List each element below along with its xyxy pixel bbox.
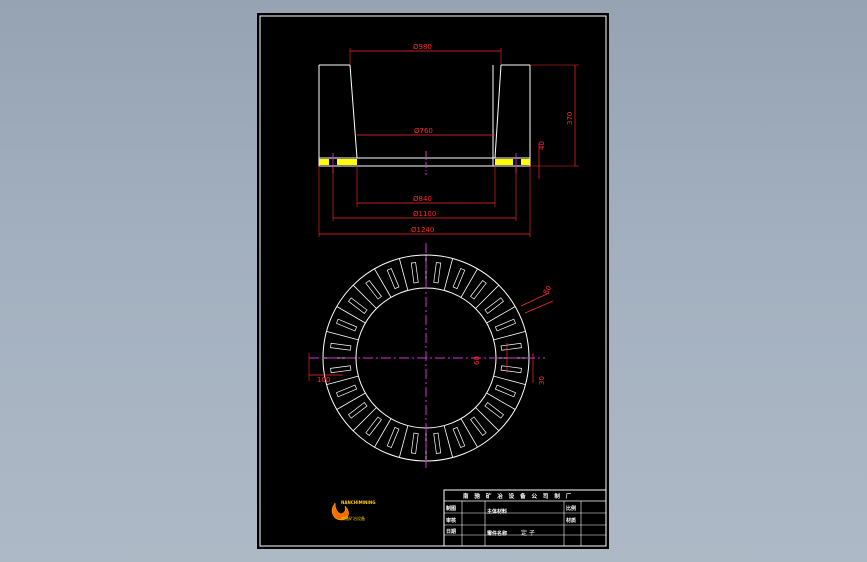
segment-slot	[433, 432, 442, 454]
segment-divider	[398, 258, 409, 291]
dim-height: 370	[566, 112, 574, 125]
segment-divider	[326, 375, 359, 386]
tb-ratio-label: 比例	[566, 505, 576, 512]
title-company: 南 驰 矿 冶 设 备 公 司 制 厂	[463, 492, 573, 500]
base-mark-3	[495, 159, 513, 165]
elevation-outline	[318, 65, 494, 167]
segment-slot	[433, 262, 442, 284]
segment-divider	[475, 407, 500, 432]
segment-slot	[365, 280, 382, 300]
segment-slot	[452, 268, 466, 290]
segment-slot	[365, 416, 382, 436]
plan-view: 60 30 80 100	[308, 243, 554, 468]
segment-divider	[443, 425, 454, 458]
dim-bottom-outer: Ø1240	[411, 226, 434, 234]
segment-slot	[330, 365, 352, 374]
segment-slot	[500, 342, 522, 351]
dim-inner: Ø760	[414, 127, 433, 135]
base-mark-4	[521, 159, 530, 165]
segment-slot	[336, 384, 358, 398]
tb-material-short: 材质	[566, 517, 576, 524]
tb-row-review: 审核	[446, 517, 456, 524]
elevation-view: Ø980 Ø760 370 40 Ø840 Ø1100 Ø1240	[318, 43, 579, 237]
logo-text-top: NANCHIMINING	[341, 500, 376, 505]
tb-row-draw: 制图	[446, 505, 456, 512]
segment-slot	[348, 402, 368, 419]
segment-slot	[348, 297, 368, 314]
segment-slot	[410, 432, 419, 454]
segment-slot	[452, 426, 466, 448]
segment-divider	[326, 330, 359, 341]
segment-divider	[352, 407, 377, 432]
dim-bottom-mid: Ø1100	[413, 210, 436, 218]
segment-slot	[410, 262, 419, 284]
segment-slot	[484, 297, 504, 314]
tb-material-label: 主体材料	[487, 508, 507, 515]
tb-part-label: 零件名称	[487, 530, 507, 537]
dim-plan-slot-gap: 30	[538, 376, 546, 385]
logo-text-bottom: 南驰矿冶设备	[341, 515, 365, 521]
company-logo: NANCHIMINING 南驰矿冶设备	[331, 500, 376, 521]
segment-slot	[336, 318, 358, 332]
drawing-sheet: Ø980 Ø760 370 40 Ø840 Ø1100 Ø1240 60 30 …	[257, 13, 609, 549]
segment-divider	[443, 258, 454, 291]
dim-bottom-inner: Ø840	[413, 195, 432, 203]
dim-plan-slot-depth: 60	[473, 356, 481, 365]
segment-slot	[494, 384, 516, 398]
title-block: 南 驰 矿 冶 设 备 公 司 制 厂 制图 审核 日期 主体材料 零件名称 定…	[443, 489, 607, 547]
tb-part-name: 定 子	[521, 529, 535, 537]
cad-viewport[interactable]: Ø980 Ø760 370 40 Ø840 Ø1100 Ø1240 60 30 …	[0, 0, 867, 562]
segment-slot	[470, 416, 487, 436]
cad-drawing: Ø980 Ø760 370 40 Ø840 Ø1100 Ø1240 60 30 …	[259, 15, 607, 547]
segment-divider	[398, 425, 409, 458]
dim-plan-slot-width: 80	[542, 284, 554, 296]
segment-divider	[475, 284, 500, 309]
sheet-border	[259, 15, 607, 547]
base-mark-2	[337, 159, 357, 165]
elevation-inner-left	[349, 64, 358, 159]
segment-slot	[494, 318, 516, 332]
dim-top-outer: Ø980	[413, 43, 432, 51]
elevation-inner-right	[494, 64, 502, 159]
base-mark-1	[319, 159, 329, 165]
segment-divider	[352, 284, 377, 309]
segment-slot	[386, 268, 400, 290]
segment-slot	[500, 365, 522, 374]
segment-slot	[330, 342, 352, 351]
tb-row-date: 日期	[446, 528, 456, 535]
dim-plan-left: 100	[317, 376, 330, 384]
dim-base: 40	[538, 141, 546, 150]
segment-slot	[484, 402, 504, 419]
segment-divider	[493, 375, 526, 386]
segment-divider	[493, 330, 526, 341]
segment-slot	[386, 426, 400, 448]
segment-slot	[470, 280, 487, 300]
